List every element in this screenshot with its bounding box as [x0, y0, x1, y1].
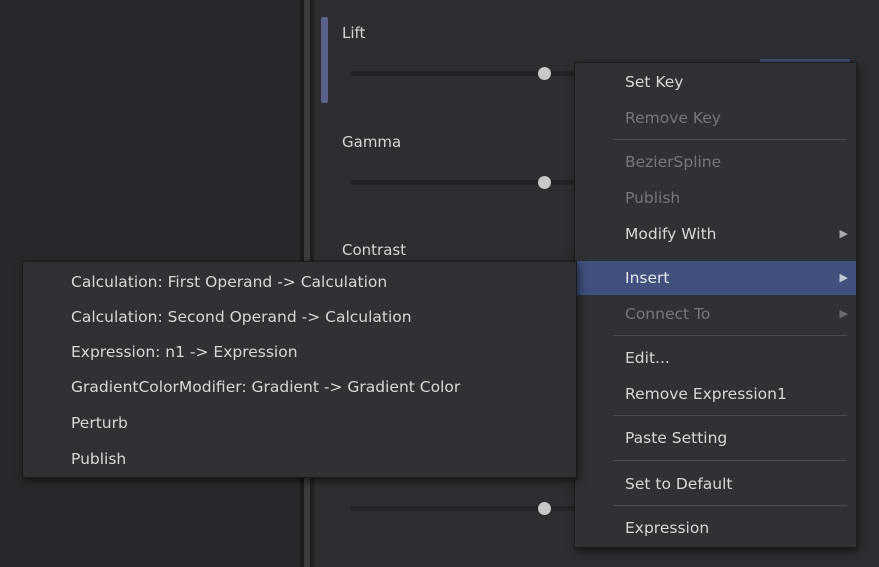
context-menu: Set Key Remove Key BezierSpline Publish … [574, 62, 857, 548]
menu-item-label: Remove Expression1 [625, 385, 787, 403]
menu-item-connect-to[interactable]: Connect To ▶ [575, 297, 856, 331]
menu-item-label: Connect To [625, 305, 711, 323]
menu-separator [613, 505, 847, 506]
submenu-item-label: Publish [71, 450, 127, 468]
submenu-item-calculation-second[interactable]: Calculation: Second Operand -> Calculati… [23, 299, 576, 335]
menu-item-paste-setting[interactable]: Paste Setting [575, 421, 856, 455]
submenu-item-label: Calculation: First Operand -> Calculatio… [71, 273, 388, 291]
submenu-item-label: GradientColorModifier: Gradient -> Gradi… [71, 378, 461, 396]
menu-item-label: Expression [625, 519, 710, 537]
submenu-item-gradient-color-modifier[interactable]: GradientColorModifier: Gradient -> Gradi… [23, 369, 576, 405]
submenu-item-perturb[interactable]: Perturb [23, 405, 576, 441]
menu-item-label: BezierSpline [625, 153, 722, 171]
menu-separator [613, 415, 847, 416]
menu-item-set-key[interactable]: Set Key [575, 65, 856, 99]
submenu-item-publish[interactable]: Publish [23, 441, 576, 477]
gamma-slider-handle[interactable] [538, 176, 551, 189]
submenu-arrow-icon: ▶ [839, 271, 848, 284]
menu-item-label: Paste Setting [625, 429, 728, 447]
menu-item-remove-key[interactable]: Remove Key [575, 101, 856, 135]
menu-separator [613, 460, 847, 461]
menu-separator [613, 335, 847, 336]
submenu-arrow-icon: ▶ [839, 307, 848, 320]
menu-item-bezierspline[interactable]: BezierSpline [575, 145, 856, 179]
submenu-item-label: Calculation: Second Operand -> Calculati… [71, 308, 412, 326]
menu-item-remove-expression1[interactable]: Remove Expression1 [575, 377, 856, 411]
insert-submenu: Calculation: First Operand -> Calculatio… [22, 261, 577, 478]
menu-separator [613, 139, 847, 140]
submenu-item-calculation-first[interactable]: Calculation: First Operand -> Calculatio… [23, 264, 576, 300]
submenu-item-expression[interactable]: Expression: n1 -> Expression [23, 334, 576, 370]
menu-item-modify-with[interactable]: Modify With ▶ [575, 217, 856, 251]
menu-item-label: Modify With [625, 225, 717, 243]
contrast-label: Contrast [342, 241, 407, 259]
menu-item-label: Edit... [625, 349, 670, 367]
menu-item-publish[interactable]: Publish [575, 181, 856, 215]
menu-item-label: Set to Default [625, 475, 733, 493]
lift-slider-handle[interactable] [538, 67, 551, 80]
selected-param-indicator [321, 17, 328, 103]
menu-item-edit[interactable]: Edit... [575, 341, 856, 375]
submenu-arrow-icon: ▶ [839, 227, 848, 240]
menu-item-set-to-default[interactable]: Set to Default [575, 467, 856, 501]
menu-item-label: Remove Key [625, 109, 721, 127]
lift-label: Lift [342, 24, 366, 42]
menu-item-label: Insert [625, 269, 670, 287]
gamma-label: Gamma [342, 133, 402, 151]
menu-item-expression[interactable]: Expression [575, 511, 856, 545]
submenu-item-label: Perturb [71, 414, 128, 432]
menu-item-label: Set Key [625, 73, 684, 91]
menu-item-label: Publish [625, 189, 681, 207]
submenu-item-label: Expression: n1 -> Expression [71, 343, 298, 361]
menu-item-insert[interactable]: Insert ▶ [575, 261, 856, 295]
hidden-param-slider-handle[interactable] [538, 502, 551, 515]
